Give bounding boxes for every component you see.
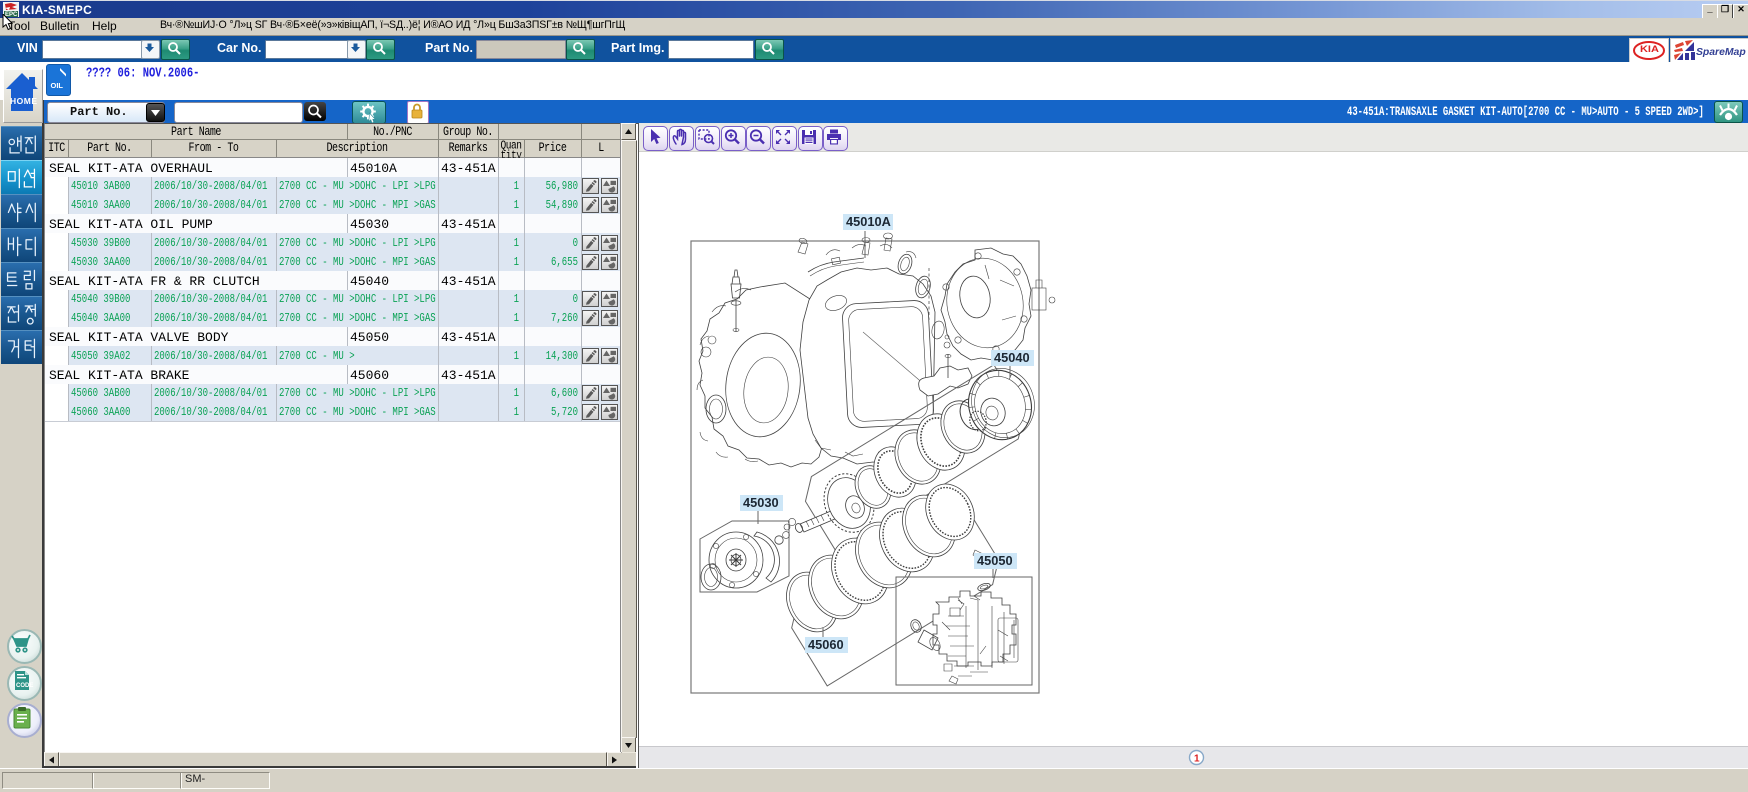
svg-text:45050: 45050 (977, 553, 1013, 568)
svg-text:45010A: 45010A (846, 214, 891, 229)
svg-text:HOME: HOME (10, 96, 38, 106)
svg-text:45030: 45030 (743, 495, 779, 510)
svg-text:1: 1 (1194, 754, 1200, 765)
svg-text:CODE: CODE (16, 683, 33, 689)
svg-text:SpareMap: SpareMap (1696, 47, 1746, 58)
svg-text:KIA: KIA (1640, 45, 1660, 55)
svg-text:OIL: OIL (51, 81, 64, 90)
svg-text:45060: 45060 (808, 637, 844, 652)
svg-text:45040: 45040 (994, 350, 1030, 365)
